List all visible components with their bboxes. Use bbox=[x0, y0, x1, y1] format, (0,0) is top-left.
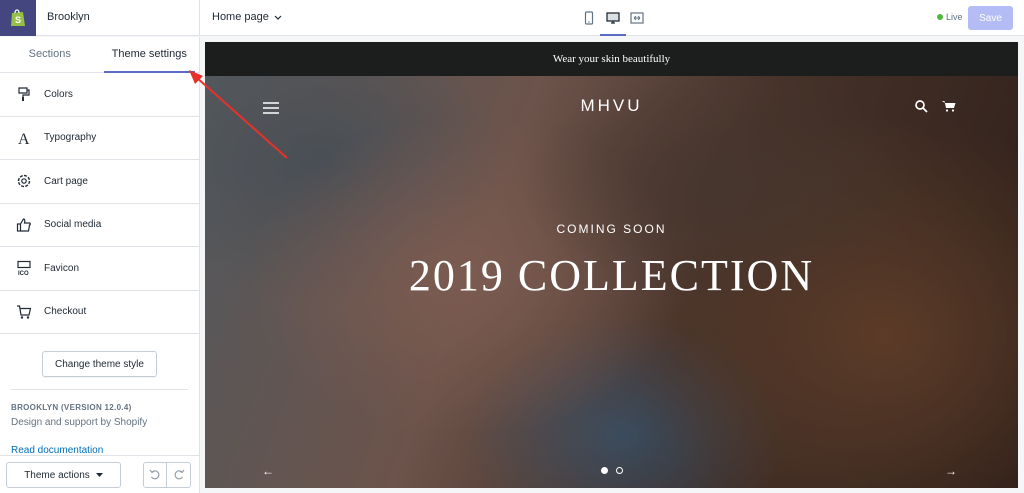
theme-actions-button[interactable]: Theme actions bbox=[6, 462, 121, 488]
sidebar-item-label: Social media bbox=[44, 219, 102, 231]
sidebar-item-label: Cart page bbox=[44, 175, 88, 187]
page-select[interactable]: Home page bbox=[212, 11, 282, 23]
sidebar-item-label: Favicon bbox=[44, 262, 80, 274]
hero-slideshow[interactable]: MHVU COMING SOON 2019 COLLECTION ← → bbox=[205, 76, 1018, 488]
history-controls bbox=[143, 462, 191, 488]
fullscreen-icon bbox=[630, 12, 644, 24]
sidebar-item-favicon[interactable]: ICO Favicon bbox=[0, 247, 199, 291]
shopify-bag-icon: S bbox=[11, 9, 25, 26]
desktop-view-button[interactable] bbox=[600, 6, 626, 36]
caret-down-icon bbox=[95, 473, 103, 477]
sidebar-item-checkout[interactable]: Checkout bbox=[0, 291, 199, 334]
sidebar-item-social-media[interactable]: Social media bbox=[0, 204, 199, 247]
sidebar-item-typography[interactable]: A Typography bbox=[0, 117, 199, 160]
redo-button[interactable] bbox=[167, 462, 191, 488]
sidebar-item-label: Checkout bbox=[44, 306, 87, 318]
typography-icon: A bbox=[16, 130, 32, 146]
cart-icon[interactable] bbox=[942, 100, 956, 112]
thumbs-up-icon bbox=[16, 217, 32, 233]
hero-heading: 2019 COLLECTION bbox=[408, 251, 815, 300]
slide-indicators bbox=[601, 467, 623, 474]
change-theme-style-button[interactable]: Change theme style bbox=[42, 351, 157, 377]
sidebar-item-cart-page[interactable]: Cart page bbox=[0, 160, 199, 204]
theme-version: BROOKLYN (VERSION 12.0.4) bbox=[11, 403, 132, 412]
device-switcher bbox=[580, 6, 646, 36]
shopify-logo[interactable]: S bbox=[0, 0, 36, 36]
mobile-view-button[interactable] bbox=[580, 6, 598, 30]
storefront-preview: Wear your skin beautifully MHVU COMING S… bbox=[205, 42, 1018, 488]
undo-button[interactable] bbox=[143, 462, 167, 488]
sidebar-item-label: Typography bbox=[44, 132, 97, 144]
slide-dot[interactable] bbox=[616, 467, 623, 474]
support-text: Design and support by Shopify bbox=[11, 417, 148, 428]
save-button[interactable]: Save bbox=[968, 6, 1013, 30]
arrow-left-icon[interactable]: ← bbox=[262, 464, 274, 478]
svg-text:S: S bbox=[15, 15, 21, 25]
redo-icon bbox=[174, 469, 184, 480]
slide-dot[interactable] bbox=[601, 467, 608, 474]
svg-text:ICO: ICO bbox=[18, 271, 29, 276]
store-logo[interactable]: MHVU bbox=[205, 96, 1018, 116]
tab-sections[interactable]: Sections bbox=[0, 37, 100, 72]
live-dot-icon bbox=[937, 14, 943, 20]
fullscreen-view-button[interactable] bbox=[628, 6, 646, 30]
desktop-icon bbox=[606, 12, 620, 24]
page-select-label: Home page bbox=[212, 11, 269, 23]
search-icon[interactable] bbox=[915, 100, 928, 113]
sidebar-item-label: Colors bbox=[44, 88, 73, 100]
gear-icon bbox=[16, 173, 32, 189]
undo-icon bbox=[149, 469, 160, 480]
tab-theme-settings[interactable]: Theme settings bbox=[100, 37, 200, 73]
live-status: Live bbox=[937, 12, 963, 22]
top-bar: S Brooklyn Home page Live Save bbox=[0, 0, 1024, 36]
theme-editor: S Brooklyn Home page Live Save Sections … bbox=[0, 0, 1024, 493]
favicon-icon: ICO bbox=[16, 260, 32, 276]
sidebar: Sections Theme settings Colors A Typogra… bbox=[0, 37, 200, 493]
live-label: Live bbox=[946, 12, 963, 22]
svg-text:A: A bbox=[18, 131, 30, 146]
announcement-bar[interactable]: Wear your skin beautifully bbox=[205, 42, 1018, 76]
sidebar-footer: Theme actions bbox=[0, 455, 199, 493]
hero-subheading: COMING SOON bbox=[556, 222, 667, 236]
divider bbox=[11, 389, 188, 390]
sidebar-item-colors[interactable]: Colors bbox=[0, 73, 199, 117]
theme-name: Brooklyn bbox=[47, 11, 90, 23]
divider bbox=[199, 0, 200, 36]
paint-bucket-icon bbox=[16, 86, 32, 102]
theme-actions-label: Theme actions bbox=[24, 469, 90, 481]
sidebar-tabs: Sections Theme settings bbox=[0, 37, 199, 73]
cart-icon bbox=[16, 304, 32, 320]
arrow-right-icon[interactable]: → bbox=[945, 464, 957, 478]
chevron-down-icon bbox=[274, 15, 282, 20]
mobile-icon bbox=[584, 11, 594, 25]
